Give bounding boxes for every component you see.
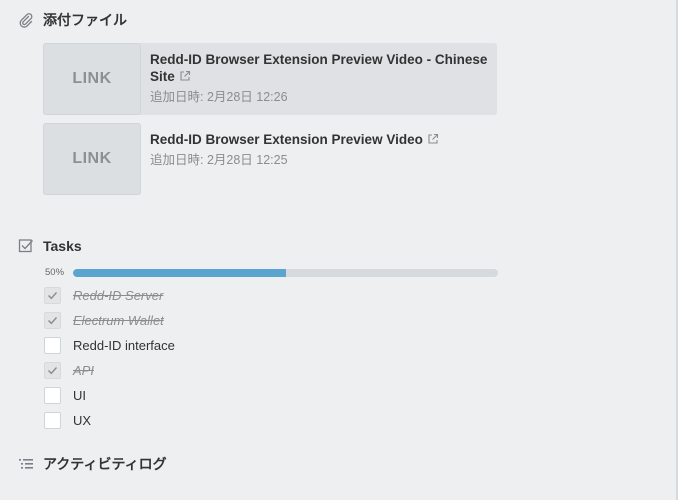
- task-item[interactable]: API: [44, 361, 94, 379]
- attachment-title[interactable]: Redd-ID Browser Extension Preview Video …: [150, 51, 490, 85]
- external-link-icon[interactable]: [427, 132, 439, 144]
- task-checkbox[interactable]: [44, 361, 61, 379]
- checkmark-icon: [48, 316, 58, 324]
- task-progress: 50%: [45, 266, 499, 278]
- task-item[interactable]: Electrum Wallet: [44, 311, 164, 329]
- attachments-title: 添付ファイル: [43, 12, 127, 28]
- task-item[interactable]: UI: [44, 386, 86, 404]
- task-item[interactable]: UX: [44, 411, 91, 429]
- attachment-card[interactable]: LINK Redd-ID Browser Extension Preview V…: [43, 43, 497, 115]
- task-label[interactable]: UX: [73, 413, 91, 428]
- checkmark-icon: [48, 366, 58, 374]
- task-item[interactable]: Redd-ID Server: [44, 286, 163, 304]
- external-link-icon[interactable]: [179, 69, 191, 81]
- list-icon: [18, 456, 34, 472]
- attachment-thumbnail[interactable]: LINK: [43, 43, 141, 115]
- progress-fill: [73, 269, 286, 277]
- task-label[interactable]: Electrum Wallet: [73, 313, 164, 328]
- progress-track: [73, 269, 498, 277]
- task-label[interactable]: API: [73, 363, 94, 378]
- task-checkbox[interactable]: [44, 411, 61, 429]
- attachment-date: 追加日時: 2月28日 12:26: [150, 90, 288, 104]
- checkmark-icon: [48, 291, 58, 299]
- checkbox-icon: [18, 238, 34, 254]
- attachment-date: 追加日時: 2月28日 12:25: [150, 153, 288, 167]
- progress-percent: 50%: [45, 267, 65, 278]
- tasks-title: Tasks: [43, 238, 82, 254]
- attachments-header: 添付ファイル: [18, 10, 127, 30]
- attachment-thumbnail[interactable]: LINK: [43, 123, 141, 195]
- paperclip-icon: [18, 12, 34, 28]
- attachment-title[interactable]: Redd-ID Browser Extension Preview Video: [150, 131, 490, 148]
- task-checkbox[interactable]: [44, 286, 61, 304]
- activity-title: アクティビティログ: [43, 456, 167, 472]
- task-item[interactable]: Redd-ID interface: [44, 336, 175, 354]
- tasks-header: Tasks: [18, 238, 82, 254]
- task-checkbox[interactable]: [44, 336, 61, 354]
- attachment-card[interactable]: LINK Redd-ID Browser Extension Preview V…: [43, 123, 497, 195]
- task-label[interactable]: Redd-ID Server: [73, 288, 163, 303]
- task-checkbox[interactable]: [44, 311, 61, 329]
- activity-header: アクティビティログ: [18, 454, 167, 474]
- task-checkbox[interactable]: [44, 386, 61, 404]
- task-label[interactable]: Redd-ID interface: [73, 338, 175, 353]
- task-label[interactable]: UI: [73, 388, 86, 403]
